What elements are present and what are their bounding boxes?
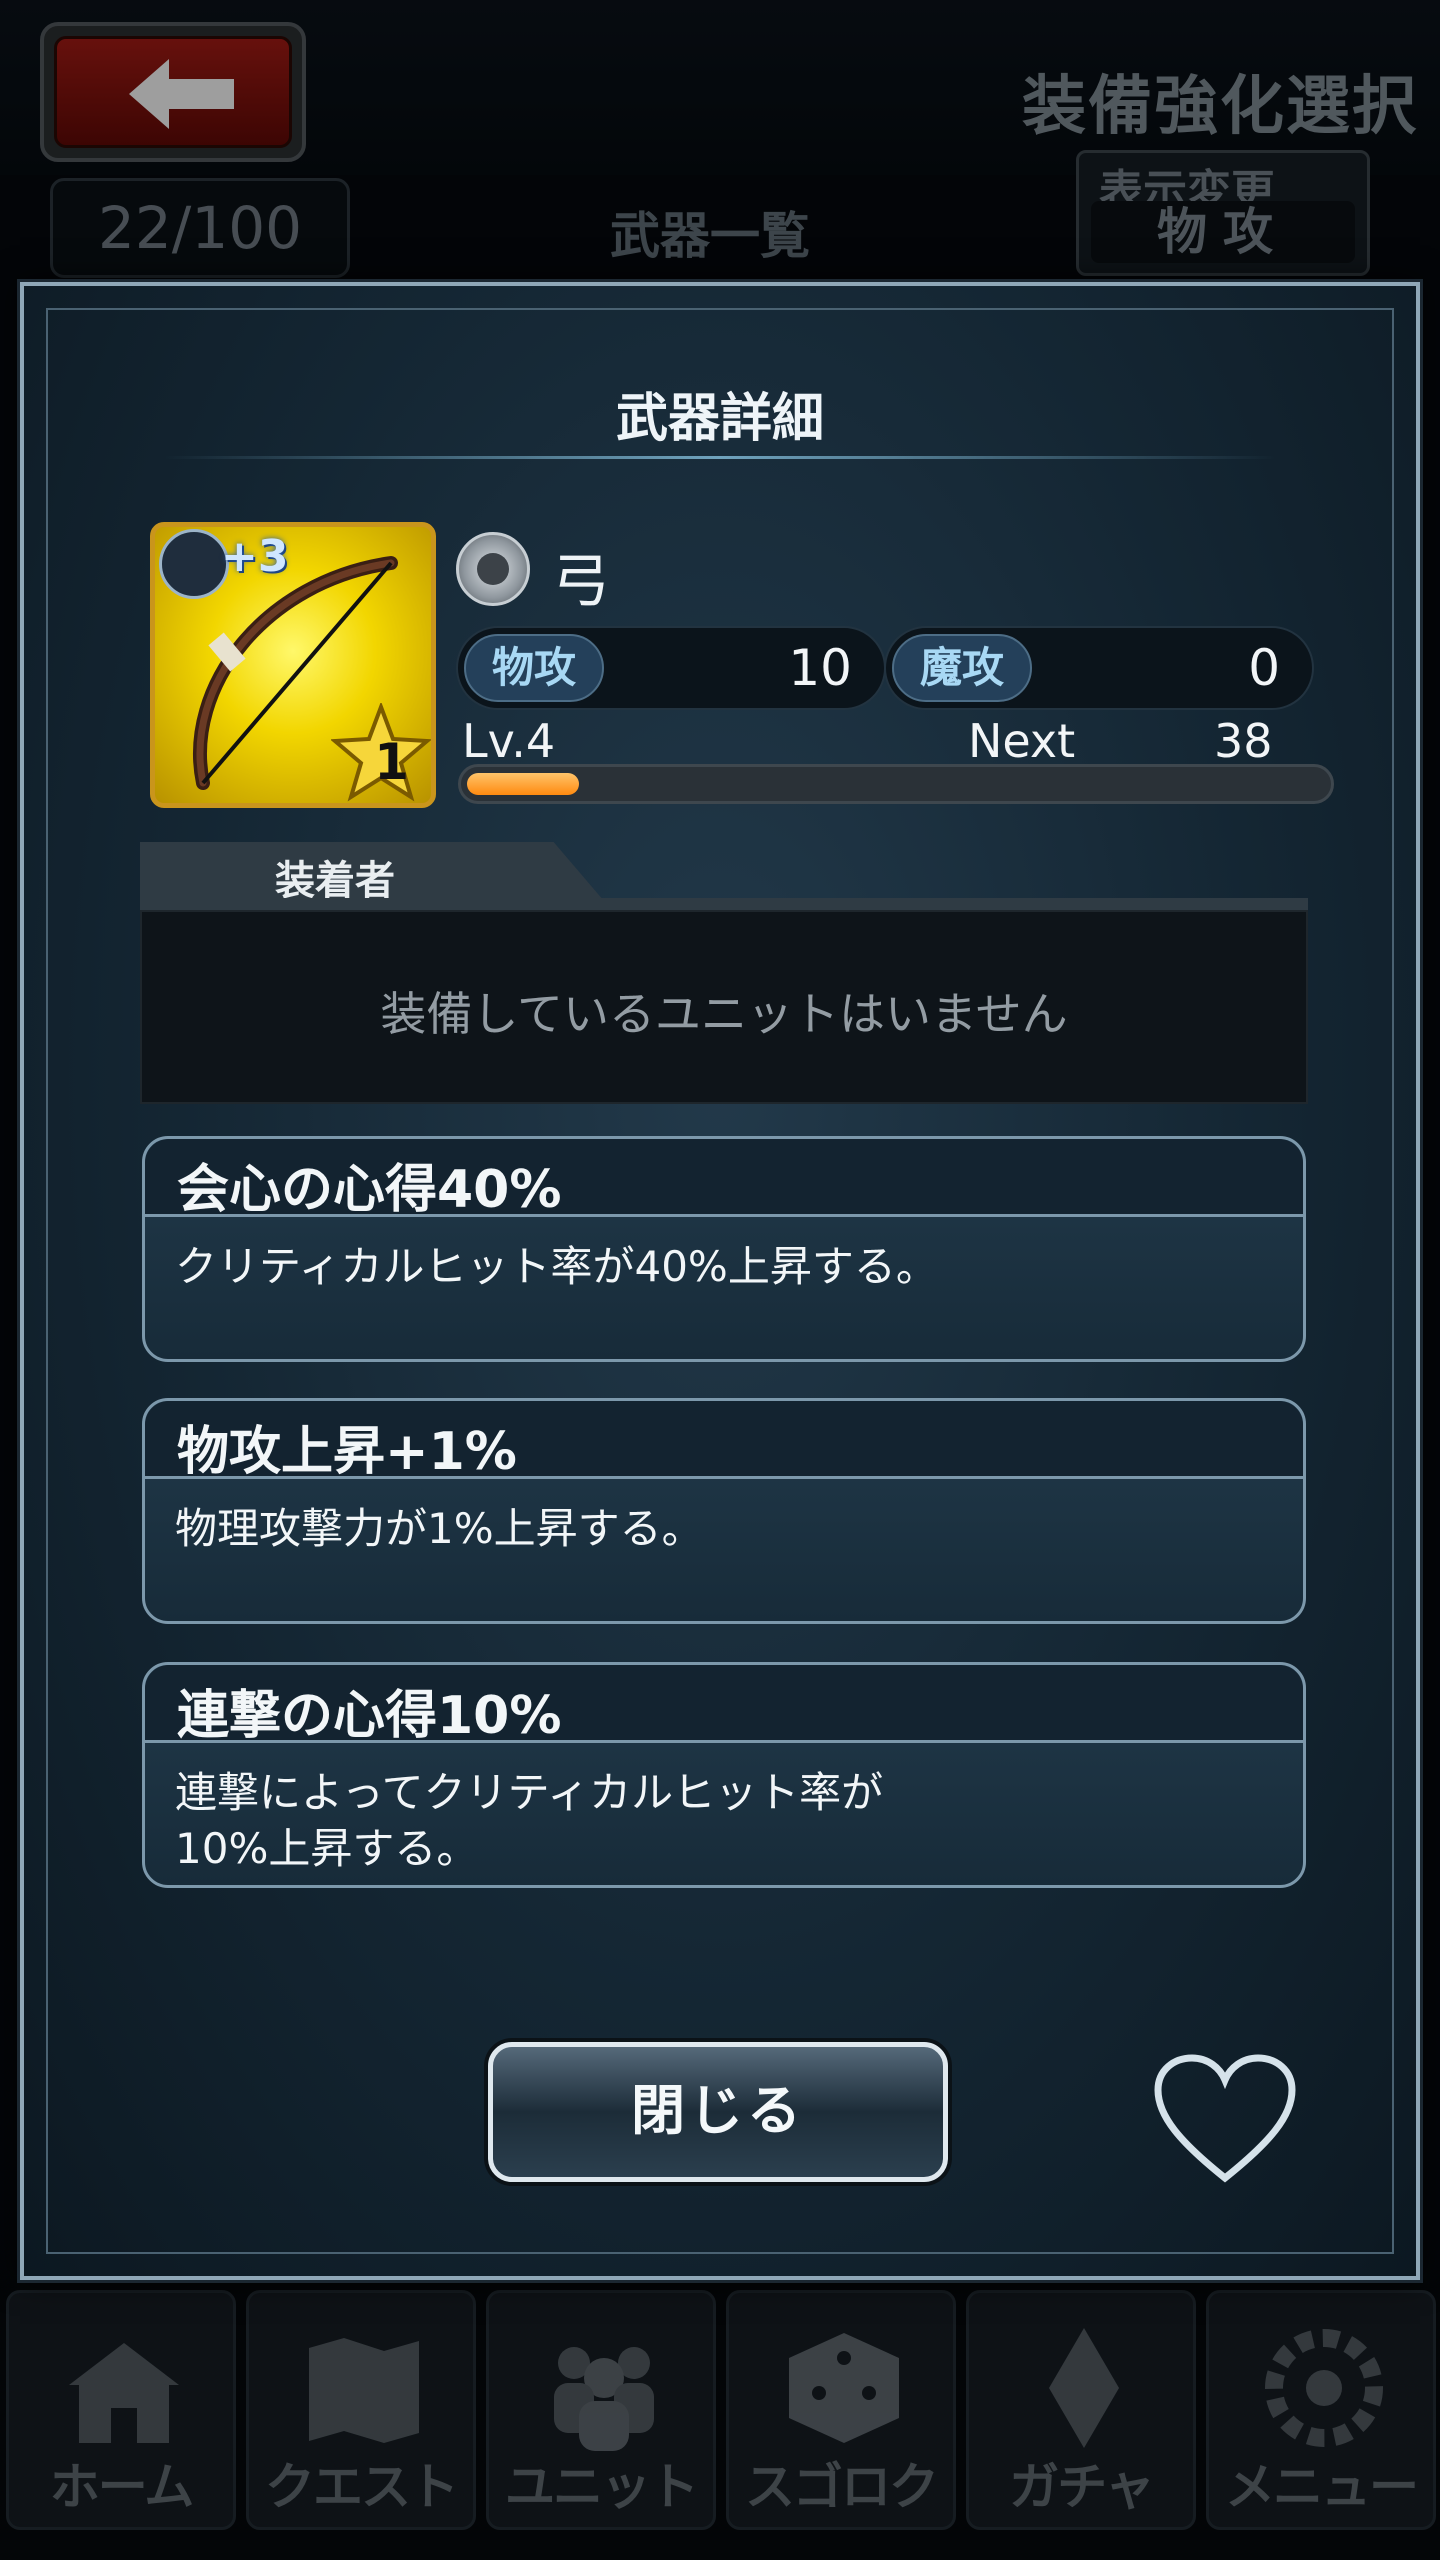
skill-name: 物攻上昇+1% bbox=[177, 1422, 517, 1482]
weapon-detail-dialog: 武器詳細 +3 1 弓 物攻 10 魔攻 0 Lv.4 Next 38 装着者 … bbox=[20, 282, 1420, 2280]
equipper-box: 装備しているユニットはいません bbox=[140, 910, 1308, 1104]
skill-desc: 物理攻撃力が1%上昇する。 bbox=[175, 1504, 704, 1553]
skill-card: 会心の心得40% クリティカルヒット率が40%上昇する。 bbox=[142, 1136, 1306, 1362]
exp-bar-fill bbox=[467, 773, 579, 795]
skill-desc: クリティカルヒット率が40%上昇する。 bbox=[175, 1242, 938, 1291]
equipper-empty-text: 装備しているユニットはいません bbox=[380, 987, 1068, 1041]
weapon-type-label: 弓 bbox=[552, 547, 611, 615]
refine-level: +3 bbox=[221, 531, 289, 582]
exp-bar bbox=[458, 764, 1334, 804]
skill-card: 物攻上昇+1% 物理攻撃力が1%上昇する。 bbox=[142, 1398, 1306, 1624]
level-label: Lv.4 bbox=[462, 714, 556, 768]
skill-card: 連撃の心得10% 連撃によってクリティカルヒット率が 10%上昇する。 bbox=[142, 1662, 1306, 1888]
stat-label: 魔攻 bbox=[892, 634, 1033, 702]
stat-value: 10 bbox=[788, 639, 852, 697]
stat-physical-attack: 物攻 10 bbox=[456, 626, 886, 710]
close-button[interactable]: 閉じる bbox=[488, 2042, 948, 2182]
stat-value: 0 bbox=[1248, 639, 1280, 697]
skill-name: 会心の心得40% bbox=[177, 1160, 562, 1220]
weapon-icon: +3 1 bbox=[150, 522, 436, 808]
rarity-number: 1 bbox=[374, 733, 409, 791]
next-exp-value: 38 bbox=[1214, 714, 1273, 768]
favorite-heart-icon[interactable] bbox=[1150, 2050, 1300, 2190]
next-label: Next bbox=[968, 714, 1076, 768]
skill-desc: 連撃によってクリティカルヒット率が 10%上昇する。 bbox=[175, 1768, 884, 1873]
rank-badge-icon bbox=[159, 529, 229, 599]
dialog-title: 武器詳細 bbox=[615, 389, 824, 449]
skill-name: 連撃の心得10% bbox=[177, 1686, 562, 1746]
stat-label: 物攻 bbox=[464, 634, 605, 702]
weapon-type-icon bbox=[456, 532, 530, 606]
stat-magic-attack: 魔攻 0 bbox=[884, 626, 1314, 710]
close-button-label: 閉じる bbox=[631, 2079, 805, 2142]
